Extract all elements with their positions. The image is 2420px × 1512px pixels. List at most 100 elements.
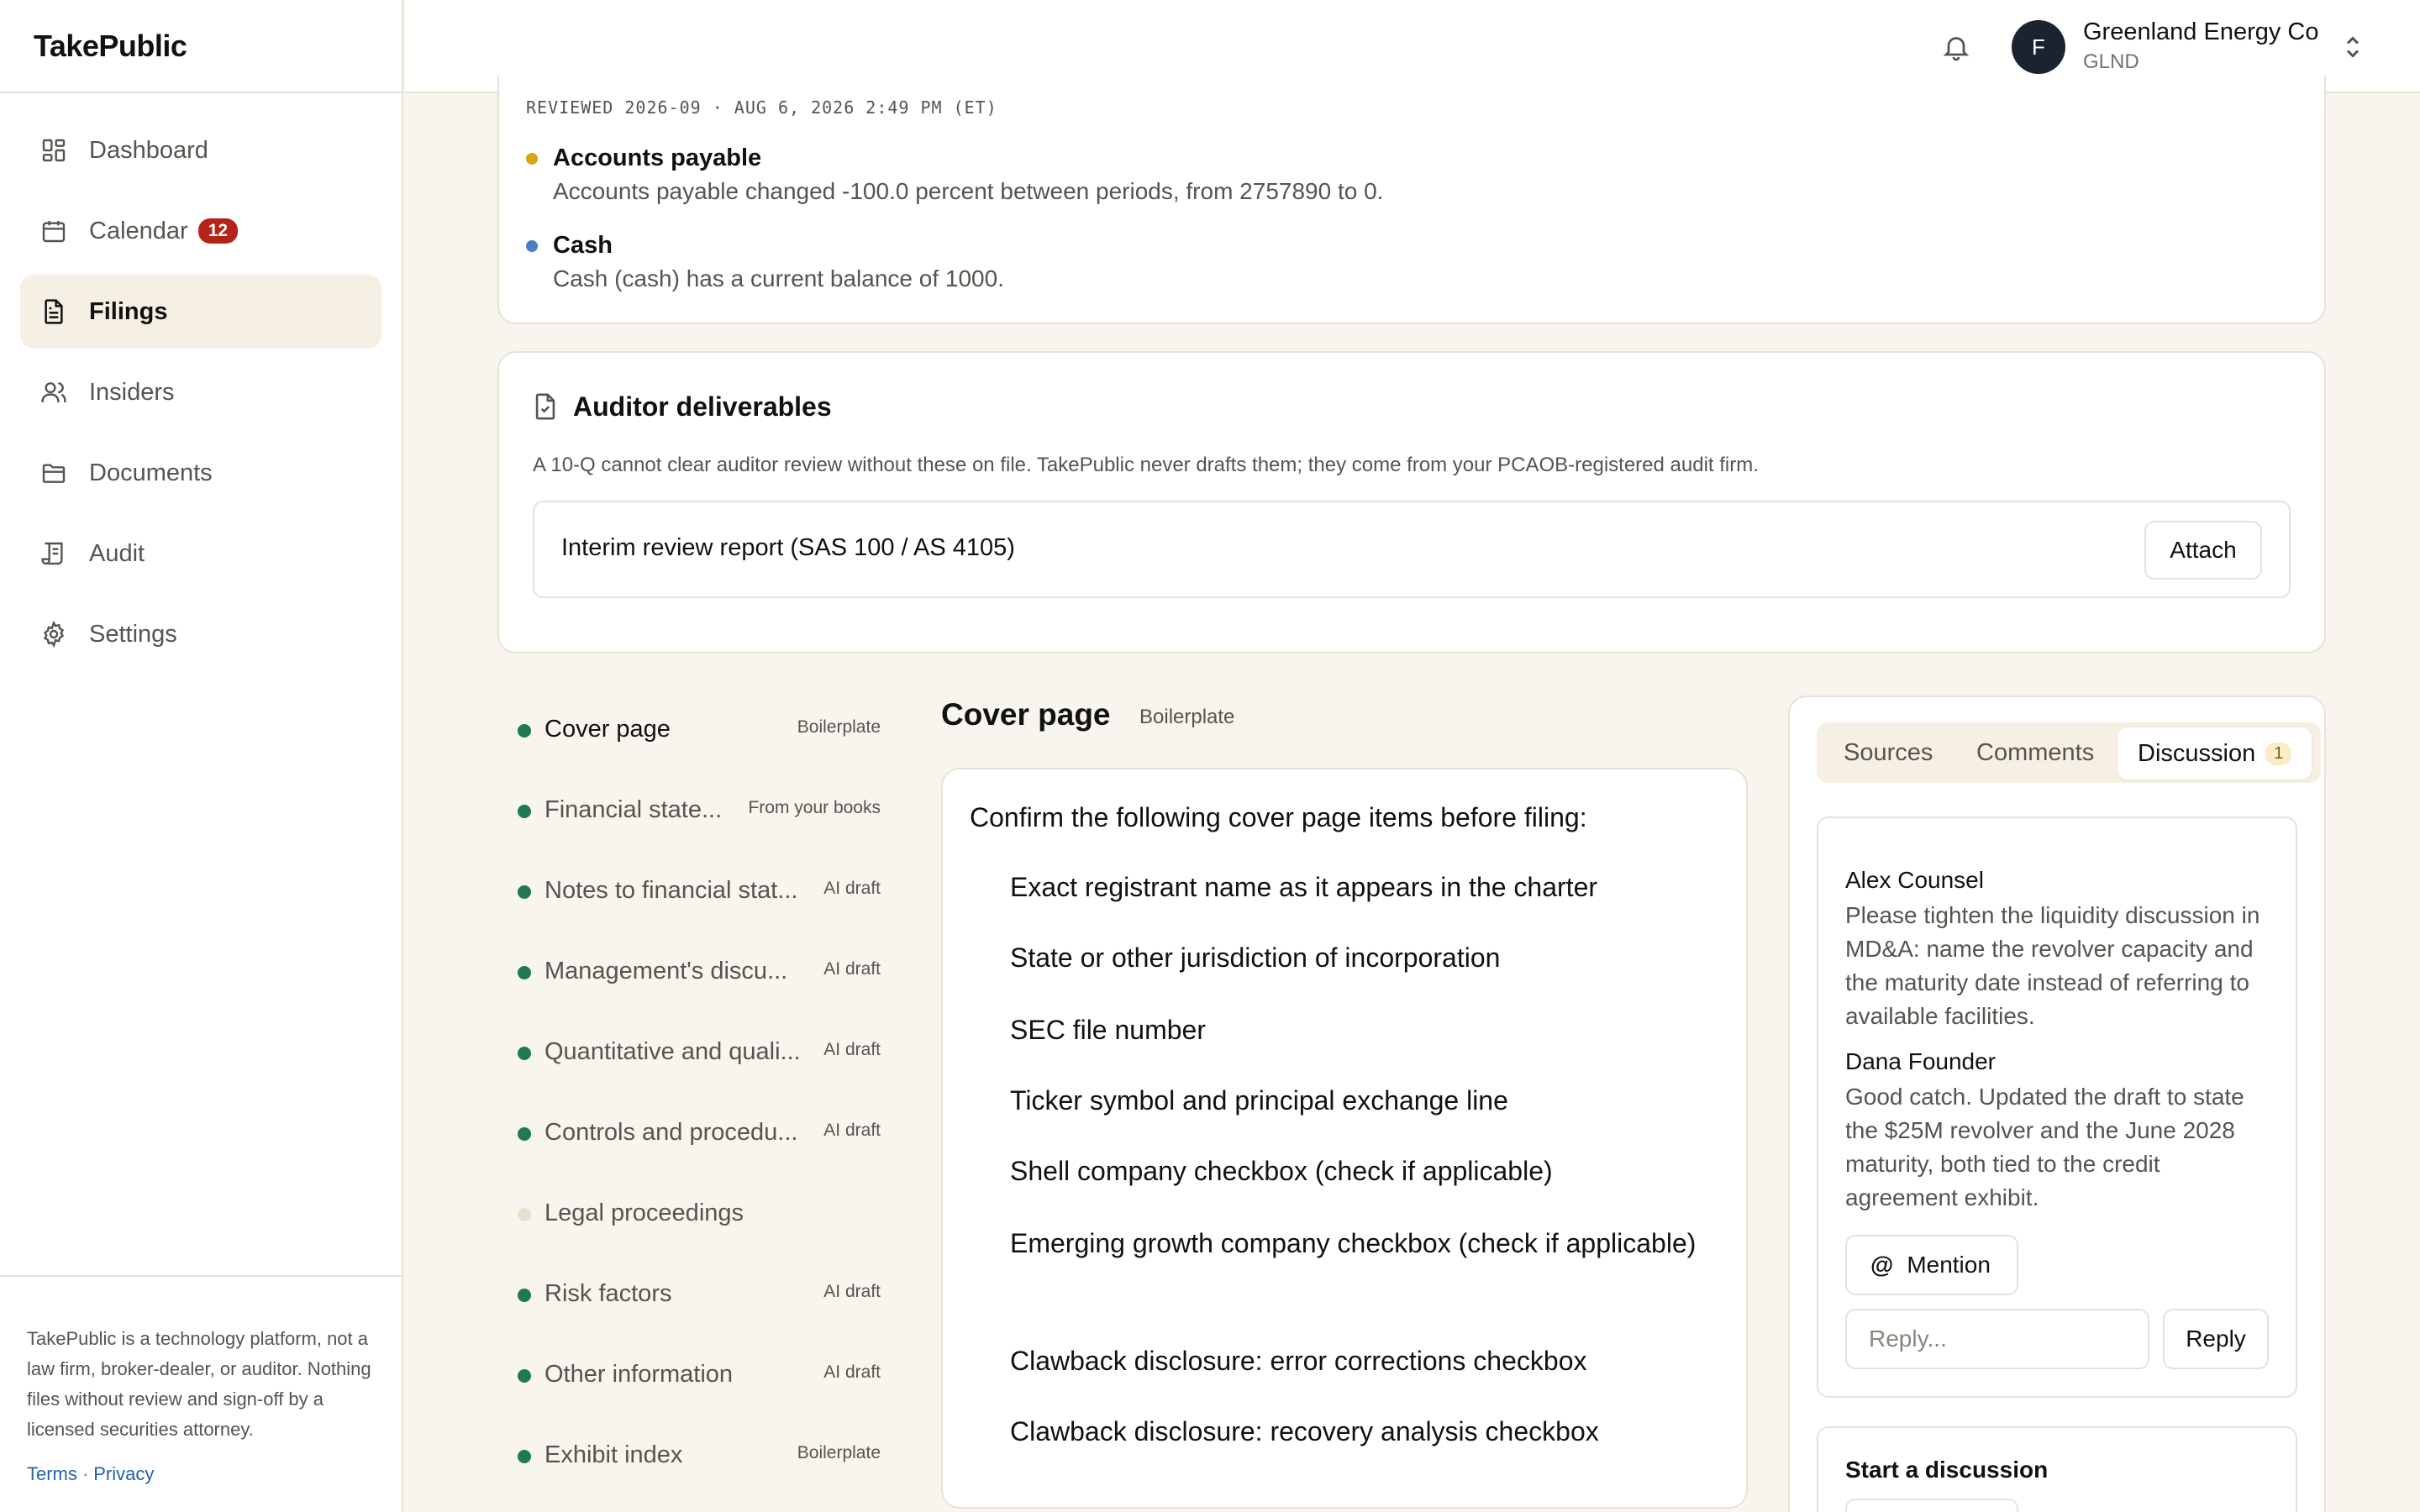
- sidebar-item-filings[interactable]: Filings: [20, 275, 381, 349]
- deliverable-label: Interim review report (SAS 100 / AS 4105…: [561, 534, 1015, 561]
- scroll-icon: [41, 542, 63, 565]
- section-status-dot: [518, 885, 531, 899]
- footer-links: Terms · Privacy: [27, 1463, 375, 1485]
- company-name[interactable]: Greenland Energy Co: [2083, 18, 2319, 46]
- chevron-up-down-icon[interactable]: [2341, 32, 2365, 62]
- section-label: Quantitative and quali...: [544, 1038, 801, 1065]
- section-item[interactable]: Financial state... From your books: [516, 786, 886, 837]
- section-status-dot: [518, 1289, 531, 1302]
- app-logo[interactable]: TakePublic: [0, 0, 402, 93]
- section-item[interactable]: Risk factors AI draft: [516, 1270, 886, 1320]
- checklist-item: Clawback disclosure: recovery analysis c…: [1010, 1416, 1599, 1446]
- terms-link[interactable]: Terms: [27, 1463, 77, 1484]
- deliverable-row: Interim review report (SAS 100 / AS 4105…: [533, 501, 2291, 598]
- at-sign-icon: @: [1870, 1252, 1894, 1278]
- start-discussion-button[interactable]: [1845, 1499, 2018, 1512]
- panel-tabs: Sources Comments Discussion 1: [1817, 722, 2321, 783]
- reply-input[interactable]: [1845, 1309, 2149, 1369]
- section-status-dot: [518, 724, 531, 738]
- tab-comments[interactable]: Comments: [1976, 722, 2094, 783]
- sidebar-item-label: Documents: [89, 459, 213, 486]
- finding-description: Accounts payable changed -100.0 percent …: [553, 178, 1384, 204]
- section-status-dot: [518, 1127, 531, 1141]
- reviewed-timestamp: REVIEWED 2026-09 · AUG 6, 2026 2:49 PM (…: [526, 97, 997, 118]
- comment-body: Please tighten the liquidity discussion …: [1845, 902, 2260, 1029]
- section-tag: From your books: [748, 798, 881, 817]
- section-tag: AI draft: [823, 1362, 881, 1382]
- comment-body: Good catch. Updated the draft to state t…: [1845, 1084, 2244, 1210]
- privacy-link[interactable]: Privacy: [93, 1463, 154, 1484]
- checklist-item: Ticker symbol and principal exchange lin…: [1010, 1085, 1508, 1116]
- info-dot: [526, 240, 538, 252]
- editor-intro: Confirm the following cover page items b…: [970, 802, 1587, 832]
- section-tag: Boilerplate: [797, 1443, 881, 1462]
- section-status-dot: [518, 1369, 531, 1383]
- section-tag: AI draft: [823, 1282, 881, 1301]
- dashboard-icon: [42, 139, 66, 162]
- finding-description: Cash (cash) has a current balance of 100…: [553, 265, 1004, 291]
- section-status-dot: [518, 1047, 531, 1060]
- sidebar-item-insiders[interactable]: Insiders: [20, 355, 381, 429]
- finding-title: Cash: [553, 232, 613, 259]
- checklist-item: Exact registrant name as it appears in t…: [1010, 872, 1598, 902]
- section-status-dot: [518, 805, 531, 818]
- sidebar-item-settings[interactable]: Settings: [20, 597, 381, 671]
- section-item[interactable]: Exhibit index Boilerplate: [516, 1431, 886, 1482]
- section-item[interactable]: Legal proceedings: [516, 1189, 886, 1240]
- section-label: Exhibit index: [544, 1441, 683, 1468]
- comment-author: Dana Founder: [1845, 1048, 1996, 1074]
- sidebar-footer: TakePublic is a technology platform, not…: [0, 1275, 402, 1512]
- section-tag: Boilerplate: [797, 717, 881, 737]
- section-item[interactable]: Controls and procedu... AI draft: [516, 1109, 886, 1159]
- section-item[interactable]: Notes to financial stat... AI draft: [516, 867, 886, 917]
- sidebar-item-label: Dashboard: [89, 136, 208, 164]
- section-status-dot: [518, 1208, 531, 1221]
- section-item[interactable]: Other information AI draft: [516, 1351, 886, 1401]
- checklist-item: State or other jurisdiction of incorpora…: [1010, 942, 1501, 973]
- start-discussion-title: Start a discussion: [1845, 1457, 2049, 1483]
- calendar-count-badge: 12: [197, 218, 239, 244]
- company-ticker: GLND: [2083, 50, 2139, 73]
- mention-button[interactable]: @ Mention: [1845, 1235, 2018, 1295]
- link-separator: ·: [82, 1463, 89, 1484]
- sidebar-nav: Dashboard Calendar 12 Filings Insiders D…: [0, 93, 402, 671]
- section-label: Risk factors: [544, 1280, 672, 1307]
- section-status-dot: [518, 1450, 531, 1463]
- comment-author: Alex Counsel: [1845, 867, 1984, 893]
- warning-dot: [526, 153, 538, 165]
- auditor-deliverables-title: Auditor deliverables: [573, 391, 832, 422]
- editor-tag: Boilerplate: [1139, 706, 1235, 728]
- checklist-item: Emerging growth company checkbox (check …: [1010, 1228, 1697, 1258]
- calendar-icon: [42, 221, 66, 243]
- checklist-item: Shell company checkbox (check if applica…: [1010, 1156, 1553, 1186]
- section-label: Other information: [544, 1361, 734, 1388]
- sidebar-item-documents[interactable]: Documents: [20, 436, 381, 510]
- section-item[interactable]: Quantitative and quali... AI draft: [516, 1028, 886, 1079]
- legal-disclaimer: TakePublic is a technology platform, not…: [27, 1328, 371, 1440]
- section-tag: AI draft: [823, 1121, 881, 1140]
- gear-icon: [43, 621, 65, 648]
- sidebar-item-dashboard[interactable]: Dashboard: [20, 113, 381, 187]
- sidebar: TakePublic Dashboard Calendar 12 Filings…: [0, 0, 403, 1512]
- section-status-dot: [518, 966, 531, 979]
- tab-sources[interactable]: Sources: [1844, 722, 1933, 783]
- auditor-deliverables-description: A 10-Q cannot clear auditor review witho…: [533, 454, 1759, 476]
- checklist-item: SEC file number: [1010, 1015, 1206, 1045]
- avatar[interactable]: F: [2012, 20, 2065, 74]
- sidebar-item-label: Insiders: [89, 378, 175, 406]
- sidebar-item-calendar[interactable]: Calendar 12: [20, 194, 381, 268]
- reply-button[interactable]: Reply: [2163, 1309, 2269, 1369]
- section-item[interactable]: Management's discu... AI draft: [516, 948, 886, 998]
- section-label: Cover page: [544, 716, 671, 743]
- file-check-icon: [535, 393, 555, 420]
- sidebar-item-label: Filings: [89, 297, 168, 325]
- sidebar-item-audit[interactable]: Audit: [20, 517, 381, 591]
- section-label: Notes to financial stat...: [544, 877, 798, 904]
- bell-icon[interactable]: [1941, 32, 1971, 62]
- folder-icon: [42, 464, 66, 483]
- section-label: Financial state...: [544, 796, 723, 823]
- section-label: Controls and procedu...: [544, 1119, 798, 1146]
- tab-discussion[interactable]: Discussion 1: [2118, 727, 2312, 780]
- attach-button[interactable]: Attach: [2144, 521, 2262, 580]
- section-item[interactable]: Cover page Boilerplate: [516, 706, 886, 756]
